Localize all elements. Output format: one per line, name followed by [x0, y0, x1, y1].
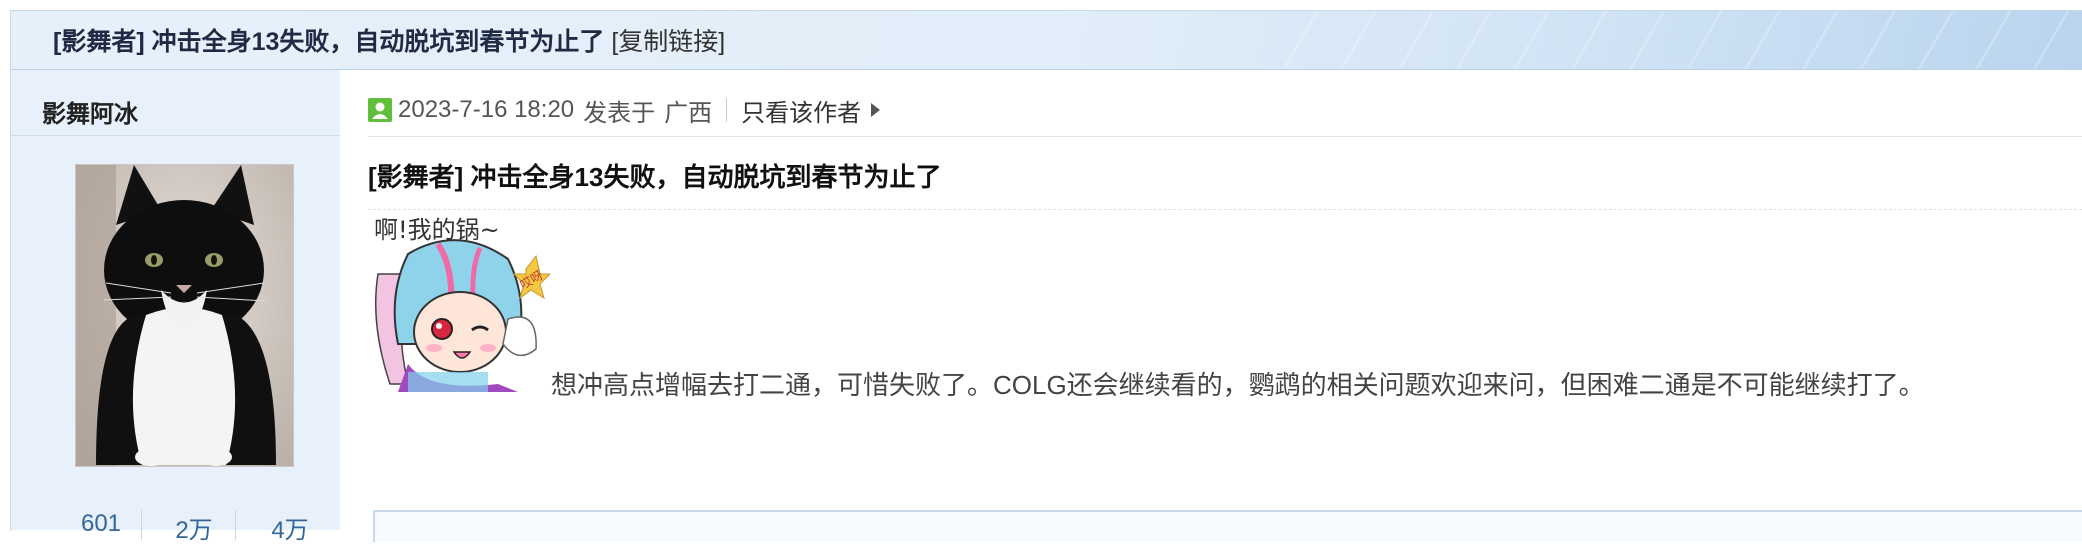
thread-title: [影舞者] 冲击全身13失败，自动脱坑到春节为止了 — [53, 28, 605, 56]
stat-topics[interactable]: 601 — [56, 510, 146, 538]
stat-posts[interactable]: 2万 — [149, 510, 239, 545]
copy-link-button[interactable]: [复制链接] — [611, 28, 725, 56]
reply-box[interactable] — [373, 510, 2082, 542]
post-location: 广西 — [664, 99, 713, 127]
post-title: [影舞者] 冲击全身13失败，自动脱坑到春节为止了 — [368, 162, 942, 192]
author-stats: 601 2万 4万 — [11, 510, 340, 544]
meta-divider — [368, 136, 2082, 137]
only-author-link[interactable]: 只看该作者 — [741, 93, 861, 128]
post-title-divider — [368, 209, 2082, 210]
sticker-caption: 啊!我的锅~ — [374, 216, 500, 244]
post-meta: 2023-7-16 18:20 发表于 广西 只看该作者 — [368, 93, 881, 128]
sidebar-divider — [11, 135, 340, 136]
header-decoration — [1262, 11, 2082, 69]
avatar[interactable] — [75, 164, 294, 467]
thread-header: [影舞者] 冲击全身13失败，自动脱坑到春节为止了 [复制链接] — [11, 11, 2082, 70]
online-status-icon — [368, 98, 392, 122]
author-name[interactable]: 影舞阿冰 — [42, 94, 138, 129]
avatar-cat-image — [76, 165, 293, 466]
stat-credits[interactable]: 4万 — [245, 510, 335, 545]
sticker-image: 啊!我的锅~ 哎呀 — [368, 214, 552, 392]
posted-at-label: 发表于 — [583, 99, 656, 127]
chevron-right-icon[interactable] — [871, 103, 881, 117]
post-body: 想冲高点增幅去打二通，可惜失败了。COLG还会继续看的，鹦鹉的相关问题欢迎来问，… — [551, 370, 1925, 400]
stat-divider — [141, 510, 142, 540]
stat-divider — [235, 510, 236, 540]
post-datetime: 2023-7-16 18:20 — [398, 96, 575, 123]
meta-separator — [726, 98, 728, 122]
